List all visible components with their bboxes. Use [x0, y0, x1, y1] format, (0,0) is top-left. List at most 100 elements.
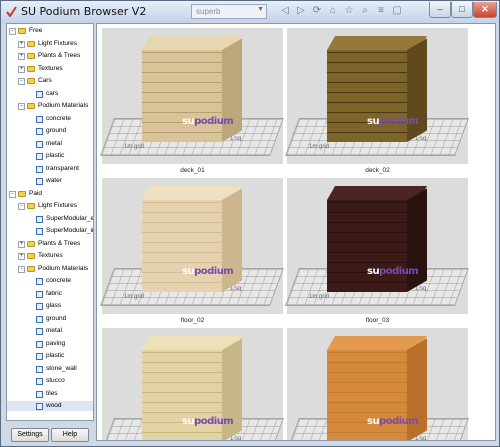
- collapse-icon[interactable]: -: [18, 203, 25, 210]
- material-file-icon: [36, 153, 43, 160]
- home-icon[interactable]: ⌂: [327, 5, 339, 17]
- folder-icon: [27, 203, 35, 209]
- tree-label: Podium Materials: [38, 102, 89, 109]
- tree-item[interactable]: wood: [7, 401, 93, 411]
- folder-icon: [27, 40, 35, 47]
- material-file-icon: [36, 128, 43, 135]
- folder-icon: [27, 240, 35, 247]
- material-file-icon: [36, 303, 43, 310]
- tree-label: wood: [46, 402, 62, 409]
- collapse-icon[interactable]: -: [18, 265, 25, 273]
- material-thumbnail[interactable]: 1m grid1 sqsupodium: [285, 28, 469, 164]
- grid-label: 1m grid: [124, 144, 145, 150]
- tree-label: plastic: [46, 152, 65, 159]
- help-button[interactable]: Help: [51, 428, 89, 442]
- view-select-value: superb: [196, 7, 221, 16]
- favorite-icon[interactable]: ☆: [343, 5, 355, 17]
- supodium-logo: supodium: [182, 416, 234, 427]
- close-icon: ✕: [481, 4, 489, 14]
- tree-label: concrete: [46, 277, 71, 284]
- thumbnail-gallery[interactable]: 1m grid 1 sq supodium deck_01 1m grid 1 sq sup…: [96, 23, 496, 441]
- expand-icon[interactable]: +: [18, 65, 25, 73]
- search-icon[interactable]: ⌕: [359, 5, 371, 17]
- chevron-down-icon: ▼: [257, 6, 264, 13]
- forward-arrow-icon[interactable]: ▷: [295, 5, 307, 17]
- tree-label: Podium Materials: [38, 264, 89, 272]
- tree-label: fabric: [46, 289, 62, 297]
- material-file-icon: [36, 328, 43, 335]
- material-file-icon: [36, 365, 43, 373]
- tree-label: cars: [46, 89, 59, 97]
- cube-front-face: [142, 50, 222, 142]
- folder-icon: [27, 78, 35, 84]
- back-arrow-icon[interactable]: ◁: [279, 5, 291, 17]
- logo-prefix: su: [182, 416, 195, 427]
- close-button[interactable]: ✕: [473, 2, 497, 18]
- tree-label: Plants & Trees: [38, 52, 81, 59]
- tree-label: paving: [46, 339, 66, 347]
- supodium-logo: supodium: [182, 266, 234, 277]
- material-cube: supodium: [142, 36, 243, 146]
- collapse-icon[interactable]: -: [9, 28, 16, 35]
- tree-label: plastic: [46, 352, 65, 359]
- tree-label: metal: [46, 327, 62, 334]
- material-cube: supodium: [327, 36, 428, 146]
- tree-label: Light Fixtures: [38, 202, 78, 209]
- minimize-button[interactable]: –: [429, 2, 451, 18]
- window-icon[interactable]: ▢: [391, 5, 403, 17]
- cube-front-face: [327, 50, 407, 142]
- expand-icon[interactable]: +: [18, 253, 25, 260]
- app-logo-icon: [6, 6, 17, 17]
- maximize-icon: □: [459, 4, 465, 14]
- tree-label: transparent: [46, 164, 79, 172]
- material-cube: supodium: [142, 336, 243, 440]
- material-file-icon: [36, 403, 43, 410]
- logo-suffix: podium: [194, 116, 234, 127]
- expand-icon[interactable]: +: [18, 53, 25, 60]
- tree-label: ground: [46, 314, 67, 322]
- folder-icon: [27, 53, 35, 59]
- refresh-icon[interactable]: ⟳: [311, 5, 323, 17]
- collapse-icon[interactable]: -: [18, 78, 25, 85]
- tree-label: stone_wall: [46, 364, 77, 372]
- material-thumbnail[interactable]: 1m grid1 sqsupodium: [100, 178, 284, 314]
- supodium-logo: supodium: [367, 116, 419, 127]
- material-thumbnail[interactable]: 1m grid1 sqsupodium: [100, 28, 284, 164]
- material-file-icon: [36, 290, 43, 298]
- material-file-icon: [36, 340, 43, 348]
- cube-front-face: [327, 200, 407, 292]
- logo-prefix: su: [182, 266, 195, 277]
- material-file-icon: [36, 390, 43, 398]
- material-file-icon: [36, 140, 43, 148]
- material-file-icon: [36, 178, 43, 185]
- tree-label: SuperModular_exterior: [46, 214, 94, 222]
- maximize-button[interactable]: □: [451, 2, 473, 18]
- material-thumbnail[interactable]: 1m grid1 sqsupodium: [285, 328, 469, 440]
- menu-icon[interactable]: ≡: [375, 5, 387, 17]
- category-tree[interactable]: - Free + Light Fixtures + Plants & Trees + Text…: [6, 23, 94, 421]
- folder-icon: [18, 28, 26, 34]
- material-thumbnail[interactable]: 1m grid1 sqsupodium: [285, 178, 469, 314]
- material-file-icon: [36, 215, 43, 223]
- app-window: SU Podium Browser V2 superb ▼ ◁ ▷ ⟳ ⌂ ☆ …: [0, 0, 500, 447]
- expand-icon[interactable]: +: [18, 40, 25, 48]
- tree-label: SuperModular_interior: [46, 227, 93, 234]
- material-thumbnail[interactable]: 1m grid1 sqsupodium: [100, 328, 284, 440]
- expand-icon[interactable]: +: [18, 240, 25, 248]
- collapse-icon[interactable]: -: [18, 103, 25, 110]
- thumbnail-caption: deck_02: [365, 167, 390, 174]
- material-file-icon: [36, 115, 43, 123]
- cube-front-face: [142, 350, 222, 440]
- tree-label: Cars: [38, 77, 52, 84]
- supodium-logo: supodium: [367, 266, 419, 277]
- settings-button[interactable]: Settings: [11, 428, 49, 442]
- logo-suffix: podium: [194, 416, 234, 427]
- folder-icon: [27, 103, 35, 109]
- logo-suffix: podium: [379, 116, 419, 127]
- collapse-icon[interactable]: -: [9, 190, 16, 198]
- tree-label: Textures: [38, 64, 63, 72]
- view-select[interactable]: superb ▼: [191, 4, 267, 19]
- title-bar[interactable]: SU Podium Browser V2 superb ▼ ◁ ▷ ⟳ ⌂ ☆ …: [1, 1, 499, 23]
- grid-label: 1m grid: [309, 294, 330, 300]
- folder-icon: [18, 190, 26, 197]
